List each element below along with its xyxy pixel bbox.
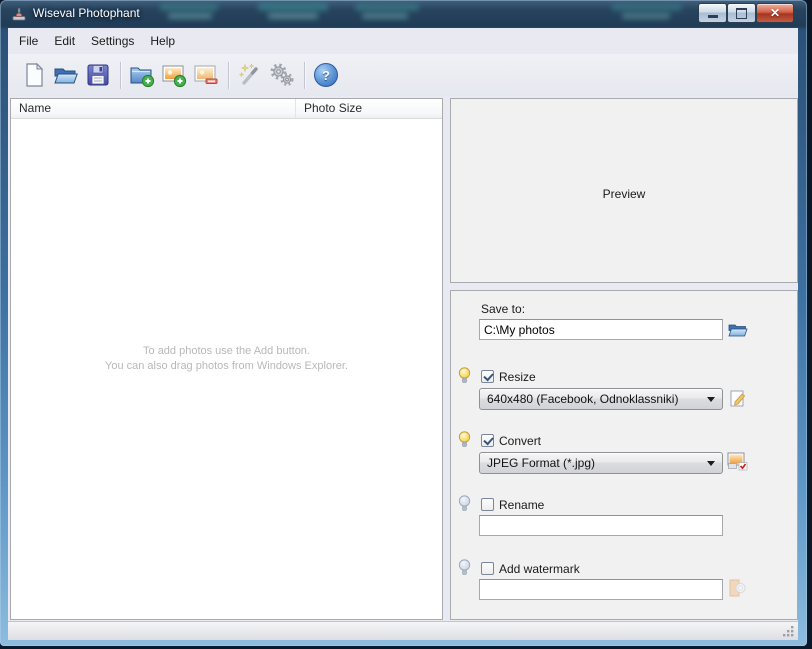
desktop: { "window": { "title": "Wiseval Photopha… [0,0,812,649]
options-panel: Save to: Resize 640x480 (Facebook, Odnok… [450,290,798,620]
magic-wand-button[interactable] [236,61,264,89]
resize-grip[interactable] [782,625,795,638]
browse-folder-icon [728,321,748,337]
window-content: File Edit Settings Help [8,28,798,640]
resize-preset-value: 640x480 (Facebook, Odnoklassniki) [487,392,678,406]
status-text [8,626,14,638]
resize-checkbox[interactable] [481,370,494,383]
edit-resize-presets-button[interactable] [727,388,749,408]
convert-checkbox[interactable] [481,434,494,447]
rename-pattern-input[interactable] [479,515,723,536]
close-button[interactable]: ✕ [756,3,794,23]
add-photos-button[interactable] [160,61,188,89]
rename-bulb-off-icon [458,495,471,512]
status-bar [8,621,798,640]
watermark-checkbox[interactable] [481,562,494,575]
app-window: Wiseval Photophant ✕ File Edit Settings … [0,0,807,646]
add-folder-button[interactable] [128,61,156,89]
photo-list[interactable]: Name Photo Size To add photos use the Ad… [10,98,443,620]
remove-photos-button[interactable] [192,61,220,89]
empty-state: To add photos use the Add button. You ca… [11,344,442,374]
window-title: Wiseval Photophant [33,0,140,28]
save-icon [85,62,111,88]
menu-edit[interactable]: Edit [46,31,83,51]
chevron-down-icon [707,397,715,406]
watermark-settings-button[interactable] [726,578,748,598]
chevron-down-icon [707,461,715,470]
minimize-icon [708,15,718,18]
browse-folder-button[interactable] [727,319,749,339]
resize-label: Resize [499,370,536,384]
preview-panel: Preview [450,98,798,283]
save-button[interactable] [84,61,112,89]
resize-preset-select[interactable]: 640x480 (Facebook, Odnoklassniki) [479,388,723,410]
watermark-bulb-off-icon [458,559,471,576]
convert-format-value: JPEG Format (*.jpg) [487,456,595,470]
minimize-button[interactable] [698,3,727,23]
convert-format-select[interactable]: JPEG Format (*.jpg) [479,452,723,474]
maximize-icon [736,8,747,19]
watermark-text-input[interactable] [479,579,723,600]
empty-state-line1: To add photos use the Add button. [11,344,442,359]
toolbar-separator [120,62,121,89]
maximize-button[interactable] [727,3,756,23]
list-header: Name Photo Size [11,99,442,119]
column-header-photo-size[interactable]: Photo Size [296,99,442,118]
menu-help[interactable]: Help [142,31,183,51]
new-document-icon [21,62,47,88]
convert-bulb-lit-icon [458,431,471,448]
toolbar-separator [304,62,305,89]
titlebar: Wiseval Photophant ✕ [0,0,807,28]
menu-settings[interactable]: Settings [83,31,142,51]
toolbar-separator [228,62,229,89]
settings-button[interactable] [268,61,296,89]
help-button[interactable]: ? [312,61,340,89]
settings-gears-icon [269,62,295,88]
help-icon: ? [314,63,338,87]
rename-checkbox[interactable] [481,498,494,511]
convert-settings-button[interactable] [726,451,748,471]
magic-wand-icon [237,62,263,88]
format-settings-icon [727,452,748,471]
empty-state-line2: You can also drag photos from Windows Ex… [11,359,442,374]
open-folder-icon [53,62,79,88]
resize-bulb-lit-icon [458,367,471,384]
add-folder-icon [129,62,155,88]
menu-file[interactable]: File [11,31,46,51]
app-logo-icon [11,6,27,22]
rename-label: Rename [499,498,544,512]
menubar: File Edit Settings Help [8,28,798,54]
save-to-input[interactable] [479,319,723,340]
add-photos-icon [161,62,187,88]
open-button[interactable] [52,61,80,89]
column-header-name[interactable]: Name [11,99,296,118]
toolbar: ? [8,54,798,96]
preview-label: Preview [451,187,797,201]
save-to-label: Save to: [481,302,525,316]
remove-photos-icon [193,62,219,88]
close-icon: ✕ [770,5,780,21]
watermark-icon [727,578,747,598]
convert-label: Convert [499,434,541,448]
new-document-button[interactable] [20,61,48,89]
watermark-label: Add watermark [499,562,580,576]
edit-presets-icon [729,389,748,408]
